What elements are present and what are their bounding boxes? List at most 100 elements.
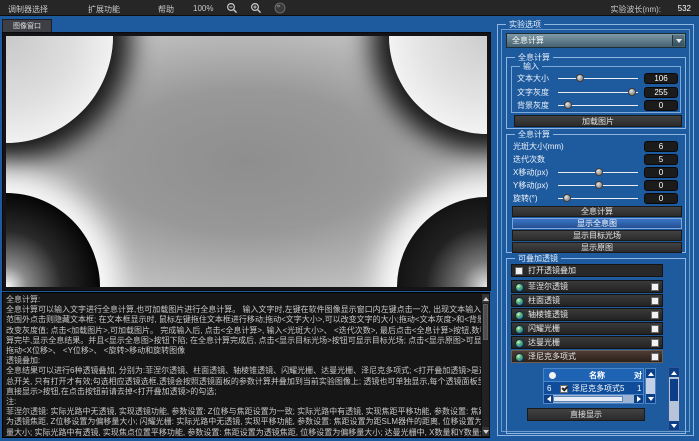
zernike-table-header: 名称 对 (544, 369, 643, 382)
lens-item-label: 柱面透镜 (528, 296, 560, 305)
lens-item-fresnel[interactable]: 菲涅尔透镜 (511, 280, 663, 293)
scroll-right-icon[interactable] (634, 395, 643, 403)
master-overlay-label: 打开透镜叠加 (528, 266, 576, 275)
scroll-up-icon[interactable] (482, 294, 489, 303)
experiment-options-title: 实验选项 (506, 20, 544, 29)
scroll-up-icon[interactable] (669, 368, 679, 377)
lens-item-label: 菲涅尔透镜 (528, 282, 568, 291)
lens-item-label: 轴棱锥透镜 (528, 310, 568, 319)
menu-modulator-select[interactable]: 调制器选择 (8, 4, 48, 15)
scroll-down-icon[interactable] (646, 394, 655, 403)
x-shift-value: 0 (644, 167, 678, 178)
x-shift-label: X移动(px) (513, 167, 548, 178)
zernike-table[interactable]: 名称 对 6 泽尼克多项式5 1 (543, 368, 644, 404)
iterations-value[interactable]: 5 (644, 154, 678, 165)
lens-icon (515, 325, 524, 334)
row-checkbox[interactable] (560, 385, 568, 393)
lens-overlay-group-title: 可叠加透镜 (515, 254, 561, 263)
holo-calc-group-2-title: 全息计算 (515, 130, 553, 139)
lens-item-label: 泽尼克多项式 (528, 352, 576, 361)
bg-gray-value: 0 (644, 100, 678, 111)
sphere-tool-icon[interactable] (274, 2, 286, 14)
lens-icon (515, 339, 524, 348)
name-column-header: 名称 (562, 369, 632, 382)
lens-icon (515, 283, 524, 292)
lens-item-label: 闪耀光栅 (528, 324, 560, 333)
lens-panel-scroll-thumb[interactable] (670, 379, 678, 401)
hologram-phase-image[interactable] (6, 36, 487, 287)
load-image-button[interactable]: 加载图片 (514, 115, 682, 127)
scroll-down-icon[interactable] (482, 427, 489, 436)
wavelength-label: 实验波长(nm): (610, 4, 661, 15)
y-shift-label: Y移动(px) (513, 180, 548, 191)
lens-icon (515, 311, 524, 320)
lens-icon (515, 353, 524, 362)
help-scroll-thumb[interactable] (483, 304, 488, 340)
lens-item-axicon[interactable]: 轴棱锥透镜 (511, 308, 663, 321)
bg-gray-label: 背景灰度 (517, 100, 549, 111)
lens-item-checkbox[interactable] (651, 325, 659, 333)
holo-calc-group-1-title: 全息计算 (515, 53, 553, 62)
master-overlay-checkbox[interactable] (515, 267, 523, 275)
direct-show-button[interactable]: 直接显示 (527, 408, 645, 421)
image-display-window[interactable] (2, 32, 491, 291)
scroll-down-icon[interactable] (669, 421, 679, 430)
lens-item-zernike[interactable]: 泽尼克多项式 (511, 350, 663, 363)
lens-item-cylindrical[interactable]: 柱面透镜 (511, 294, 663, 307)
table-h-scrollbar[interactable] (544, 394, 643, 403)
x-shift-slider[interactable] (558, 167, 638, 178)
phase-zone-top-left (6, 36, 113, 143)
master-overlay-checkbox-row[interactable]: 打开透镜叠加 (511, 264, 663, 277)
rotation-label: 旋转(°) (513, 193, 538, 204)
rotation-slider[interactable] (558, 193, 638, 204)
wavelength-value: 532 (678, 4, 691, 13)
help-text-scrollbar[interactable] (481, 293, 490, 437)
scroll-up-icon[interactable] (646, 369, 655, 378)
phase-zone-top-right (389, 36, 487, 134)
lens-item-blazed-grating[interactable]: 闪耀光栅 (511, 322, 663, 335)
holo-calc-button[interactable]: 全息计算 (512, 206, 682, 217)
tab-image-window[interactable]: 图像窗口 (2, 19, 52, 32)
spot-size-value[interactable]: 6 (644, 141, 678, 152)
zoom-in-icon[interactable] (250, 2, 262, 14)
lens-item-checkbox[interactable] (651, 339, 659, 347)
menu-help[interactable]: 帮助 (158, 4, 174, 15)
app-window: 调制器选择 扩展功能 帮助 100% 实验波长(nm): 532 图像窗口 全息… (0, 0, 699, 441)
menu-extensions[interactable]: 扩展功能 (88, 4, 120, 15)
iterations-label: 迭代次数 (513, 154, 545, 165)
phase-zone-bottom-right (397, 197, 487, 287)
text-gray-value: 255 (644, 87, 678, 98)
show-target-field-button[interactable]: 显示目标光场 (512, 230, 682, 241)
text-gray-slider[interactable] (558, 87, 638, 98)
text-gray-label: 文字灰度 (517, 87, 549, 98)
lens-panel-scrollbar[interactable] (668, 367, 680, 431)
table-v-scrollbar[interactable] (645, 368, 656, 404)
zoom-level-label: 100% (193, 4, 213, 13)
lens-item-checkbox[interactable] (651, 283, 659, 291)
show-original-button[interactable]: 显示原图 (512, 242, 682, 253)
show-hologram-button[interactable]: 显示全息图 (512, 218, 682, 229)
menu-bar: 调制器选择 扩展功能 帮助 100% 实验波长(nm): 532 (0, 0, 699, 16)
zoom-out-icon[interactable] (226, 2, 238, 14)
bg-gray-slider[interactable] (558, 100, 638, 111)
mode-select-dropdown[interactable]: 全息计算 (506, 33, 686, 48)
text-size-label: 文本大小 (517, 73, 549, 84)
radio-column-icon (549, 372, 556, 379)
mode-select-value: 全息计算 (512, 36, 544, 45)
lens-item-checkbox[interactable] (651, 311, 659, 319)
y-shift-slider[interactable] (558, 180, 638, 191)
lens-item-label: 达曼光栅 (528, 338, 560, 347)
clipped-column-header: 对 (634, 369, 644, 382)
text-size-slider[interactable] (558, 73, 638, 84)
y-shift-value: 0 (644, 180, 678, 191)
lens-item-checkbox[interactable] (651, 353, 659, 361)
table-h-scroll-thumb[interactable] (553, 396, 623, 402)
scroll-left-icon[interactable] (544, 395, 553, 403)
phase-zone-bottom-left (6, 193, 100, 287)
lens-icon (515, 297, 524, 306)
lens-item-checkbox[interactable] (651, 297, 659, 305)
lens-item-dammann-grating[interactable]: 达曼光栅 (511, 336, 663, 349)
help-text-area[interactable]: 全息计算: 全息计算可以输入文字进行全息计算,也可加载图片进行全息计算。 输入文… (2, 292, 490, 438)
chevron-down-icon[interactable] (672, 35, 684, 46)
rotation-value: 0 (644, 193, 678, 204)
